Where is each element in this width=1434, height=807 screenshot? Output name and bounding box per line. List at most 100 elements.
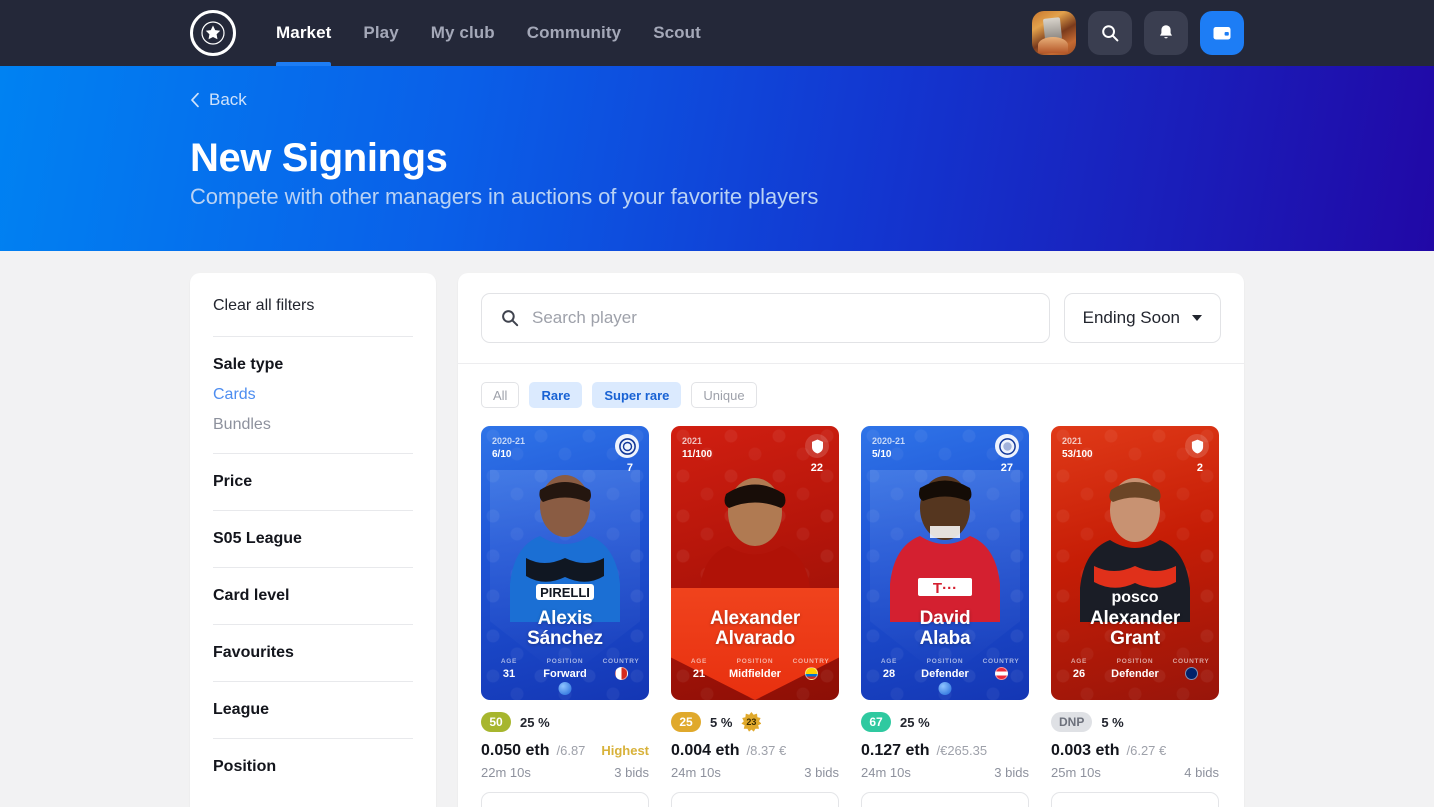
chip-unique[interactable]: Unique (691, 382, 757, 408)
shirt-number: 2 (1196, 462, 1203, 474)
bonus-percent: 5 % (710, 714, 733, 730)
clear-all-filters-button[interactable]: Clear all filters (213, 297, 413, 336)
filter-title-sale-type[interactable]: Sale type (213, 356, 413, 374)
club-crest-icon (995, 434, 1019, 458)
player-card[interactable]: 2020-21 6/10 7 PIRELLI Alexis Sánchez AG… (481, 426, 649, 807)
filter-title-price[interactable]: Price (213, 473, 413, 491)
nav-link-market[interactable]: Market (260, 0, 347, 66)
price-eth: 0.127 eth (861, 742, 930, 759)
bid-count: 3 bids (804, 765, 839, 780)
filter-group-s05-league: S05 League (213, 510, 413, 567)
bonus-percent: 25 % (520, 714, 550, 730)
nav-link-my-club[interactable]: My club (415, 0, 511, 66)
player-card[interactable]: 2021 11/100 22 Alexander Alvarado AGE 21… (671, 426, 839, 807)
bonus-starburst-badge: 23 (741, 712, 761, 732)
card-badges: DNP 5 % (1051, 712, 1219, 732)
player-card[interactable]: 2020-21 5/10 27 T··· David Alaba AGE 28 … (861, 426, 1029, 807)
search-icon-button[interactable] (1088, 11, 1132, 55)
card-serial: 11/100 (682, 449, 713, 461)
wallet-button[interactable] (1200, 11, 1244, 55)
club-crest-icon (805, 434, 829, 458)
filter-title-favourites[interactable]: Favourites (213, 644, 413, 662)
card-player-name: Alexander Grant (1089, 608, 1181, 649)
card-stat-age: AGE 26 (1070, 658, 1088, 680)
score-badge: 25 (671, 712, 701, 732)
card-orb-icon (938, 682, 952, 695)
card-stats: AGE 28 POSITION Defender COUNTRY (861, 658, 1029, 680)
card-meta: 67 25 % 0.127 eth /€265.35 24m 10s 3 bid… (861, 700, 1029, 807)
market-main-panel: Ending Soon All Rare Super rare Unique 2… (458, 273, 1244, 807)
card-price-line: 0.003 eth /6.27 € (1051, 742, 1219, 760)
search-icon (502, 310, 519, 327)
sorare-logo-icon[interactable] (190, 10, 236, 56)
search-input[interactable] (532, 308, 1031, 328)
country-flag-icon (1184, 667, 1198, 680)
card-artwork[interactable]: 2021 11/100 22 Alexander Alvarado AGE 21… (671, 426, 839, 700)
country-flag-icon (994, 667, 1008, 680)
chevron-down-icon (1192, 315, 1202, 321)
search-field[interactable] (481, 293, 1050, 343)
card-serial: 53/100 (1062, 449, 1093, 461)
filter-title-position[interactable]: Position (213, 758, 413, 776)
filter-title-card-level[interactable]: Card level (213, 587, 413, 605)
search-icon (1102, 25, 1119, 42)
club-crest-icon (1185, 434, 1209, 458)
card-artwork[interactable]: 2021 53/100 2 posco Alexander Grant AGE … (1051, 426, 1219, 700)
card-meta: 25 5 % 23 0.004 eth /8.37 € 24m 10s 3 bi… (671, 700, 839, 807)
price-fiat: /6.27 € (1126, 743, 1167, 758)
card-badges: 25 5 % 23 (671, 712, 839, 732)
top-navigation-bar: Market Play My club Community Scout (0, 0, 1434, 66)
notifications-button[interactable] (1144, 11, 1188, 55)
player-photo: PIRELLI (510, 475, 620, 622)
card-stat-country: COUNTRY (973, 658, 1029, 680)
filter-group-favourites: Favourites (213, 624, 413, 681)
filter-option-cards[interactable]: Cards (213, 386, 413, 404)
bid-count: 3 bids (994, 765, 1029, 780)
card-action-button[interactable] (481, 792, 649, 807)
player-card[interactable]: 2021 53/100 2 posco Alexander Grant AGE … (1051, 426, 1219, 807)
filter-option-bundles[interactable]: Bundles (213, 416, 413, 434)
chip-super-rare[interactable]: Super rare (592, 382, 682, 408)
card-stats: AGE 21 POSITION Midfielder COUNTRY (671, 658, 839, 680)
chevron-left-icon (191, 92, 199, 108)
country-flag-icon (614, 667, 628, 680)
price-fiat: /8.37 € (746, 743, 787, 758)
card-stat-position: POSITION Defender (1111, 658, 1159, 680)
sort-dropdown[interactable]: Ending Soon (1063, 293, 1221, 343)
filter-title-league[interactable]: League (213, 701, 413, 719)
price-eth: 0.050 eth (481, 742, 550, 759)
svg-text:posco: posco (1111, 589, 1158, 606)
nav-link-play[interactable]: Play (347, 0, 414, 66)
score-badge: 67 (861, 712, 891, 732)
card-action-button[interactable] (671, 792, 839, 807)
filter-group-price: Price (213, 453, 413, 510)
card-time-line: 22m 10s 3 bids (481, 765, 649, 780)
card-stat-country: COUNTRY (1163, 658, 1219, 680)
card-action-button[interactable] (861, 792, 1029, 807)
card-stats: AGE 26 POSITION Defender COUNTRY (1051, 658, 1219, 680)
chip-all[interactable]: All (481, 382, 520, 408)
nav-link-scout[interactable]: Scout (637, 0, 717, 66)
search-toolbar: Ending Soon (458, 273, 1244, 364)
primary-nav-links: Market Play My club Community Scout (260, 0, 717, 66)
card-price-line: 0.050 eth /6.87 Highest (481, 742, 649, 760)
card-player-name: David Alaba (919, 608, 971, 649)
bonus-percent: 5 % (1101, 714, 1124, 730)
card-stat-age: AGE 28 (880, 658, 898, 680)
filter-group-league: League (213, 681, 413, 738)
card-price-line: 0.127 eth /€265.35 (861, 742, 1029, 760)
card-action-button[interactable] (1051, 792, 1219, 807)
back-button[interactable]: Back (190, 90, 247, 110)
bell-icon (1160, 25, 1172, 39)
nav-link-community[interactable]: Community (511, 0, 637, 66)
wallet-icon (1213, 27, 1231, 40)
filter-title-s05-league[interactable]: S05 League (213, 530, 413, 548)
card-artwork[interactable]: 2020-21 5/10 27 T··· David Alaba AGE 28 … (861, 426, 1029, 700)
card-stat-position: POSITION Defender (921, 658, 969, 680)
card-stat-age: AGE 31 (500, 658, 518, 680)
user-avatar[interactable] (1032, 11, 1076, 55)
chip-rare[interactable]: Rare (529, 382, 583, 408)
card-player-name: Alexis Sánchez (527, 608, 603, 649)
player-photo: T··· (890, 476, 1000, 622)
card-artwork[interactable]: 2020-21 6/10 7 PIRELLI Alexis Sánchez AG… (481, 426, 649, 700)
